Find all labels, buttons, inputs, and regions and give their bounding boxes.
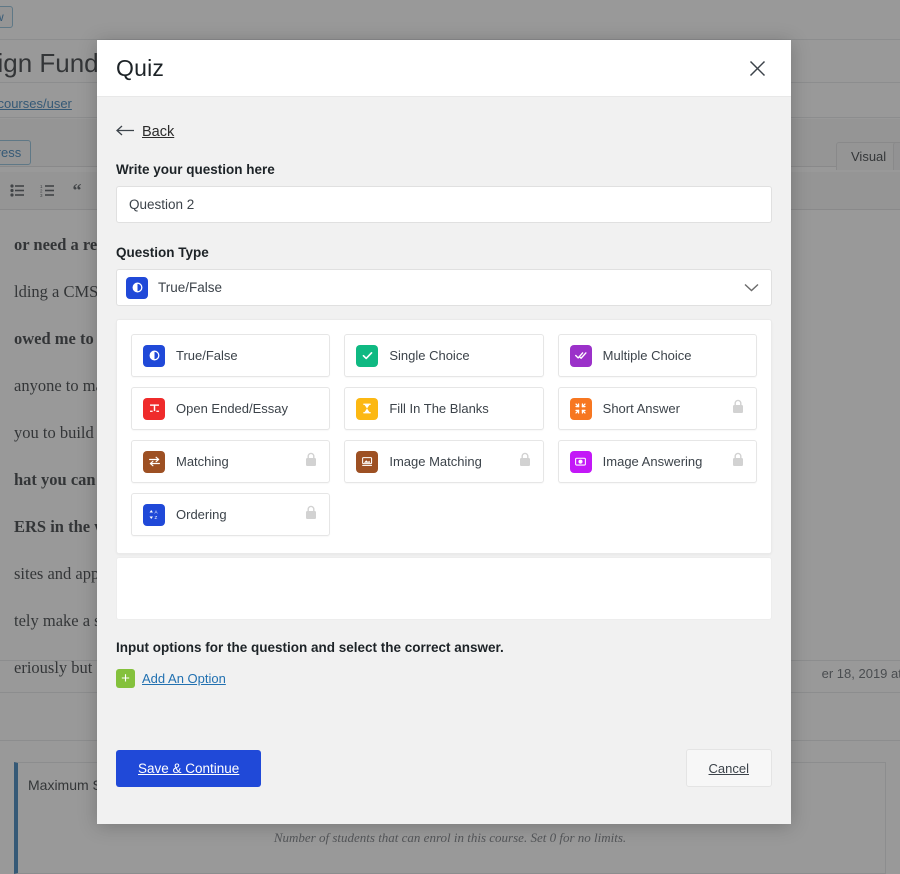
back-link[interactable]: Back bbox=[116, 124, 174, 140]
question-type-dropdown-panel: True/False Single Choice bbox=[116, 319, 772, 554]
add-option-label: Add An Option bbox=[142, 671, 226, 686]
modal-footer: Save & Continue Cancel bbox=[97, 712, 791, 824]
modal-body: Back Write your question here Question 2… bbox=[97, 97, 791, 712]
cancel-button[interactable]: Cancel bbox=[686, 749, 772, 787]
answer-area-panel bbox=[116, 557, 772, 620]
question-field-label: Write your question here bbox=[116, 162, 772, 177]
hourglass-icon bbox=[356, 398, 378, 420]
question-type-option-open-ended-essay[interactable]: Open Ended/Essay bbox=[131, 387, 330, 430]
option-label: Single Choice bbox=[389, 348, 469, 363]
question-type-option-single-choice[interactable]: Single Choice bbox=[344, 334, 543, 377]
lock-icon bbox=[732, 452, 744, 472]
image-icon bbox=[356, 451, 378, 473]
check-square-icon bbox=[356, 345, 378, 367]
double-check-icon bbox=[570, 345, 592, 367]
lock-icon bbox=[305, 505, 317, 525]
add-option-button[interactable]: + Add An Option bbox=[116, 669, 226, 688]
option-label: Short Answer bbox=[603, 401, 680, 416]
camera-icon bbox=[570, 451, 592, 473]
plus-icon: + bbox=[116, 669, 135, 688]
question-type-option-true-false[interactable]: True/False bbox=[131, 334, 330, 377]
input-options-instructions: Input options for the question and selec… bbox=[116, 640, 772, 655]
question-type-value: True/False bbox=[158, 280, 222, 295]
question-type-grid: True/False Single Choice bbox=[131, 334, 757, 536]
lock-icon bbox=[732, 399, 744, 419]
question-type-option-matching[interactable]: Matching bbox=[131, 440, 330, 483]
save-and-continue-button[interactable]: Save & Continue bbox=[116, 750, 261, 787]
option-label: Image Answering bbox=[603, 454, 703, 469]
question-input[interactable]: Question 2 bbox=[116, 186, 772, 223]
svg-text:Z: Z bbox=[154, 515, 157, 520]
question-type-option-short-answer[interactable]: Short Answer bbox=[558, 387, 757, 430]
svg-text:A: A bbox=[154, 510, 158, 515]
option-label: Ordering bbox=[176, 507, 227, 522]
option-label: Open Ended/Essay bbox=[176, 401, 288, 416]
true-false-icon bbox=[126, 277, 148, 299]
question-input-value: Question 2 bbox=[129, 197, 194, 212]
arrow-left-icon bbox=[116, 124, 135, 140]
quiz-modal: Quiz Back Write your question here Quest… bbox=[97, 40, 791, 824]
modal-title: Quiz bbox=[116, 55, 164, 82]
sort-alpha-icon: A Z bbox=[143, 504, 165, 526]
contrast-icon bbox=[143, 345, 165, 367]
option-label: Fill In The Blanks bbox=[389, 401, 488, 416]
option-label: True/False bbox=[176, 348, 238, 363]
question-type-option-image-answering[interactable]: Image Answering bbox=[558, 440, 757, 483]
close-icon[interactable] bbox=[743, 54, 771, 82]
question-type-option-multiple-choice[interactable]: Multiple Choice bbox=[558, 334, 757, 377]
question-type-option-fill-in-the-blanks[interactable]: Fill In The Blanks bbox=[344, 387, 543, 430]
compress-icon bbox=[570, 398, 592, 420]
question-type-option-image-matching[interactable]: Image Matching bbox=[344, 440, 543, 483]
lock-icon bbox=[305, 452, 317, 472]
back-label: Back bbox=[142, 124, 174, 140]
lock-icon bbox=[519, 452, 531, 472]
modal-header: Quiz bbox=[97, 40, 791, 97]
exchange-icon bbox=[143, 451, 165, 473]
question-type-option-ordering[interactable]: A Z Ordering bbox=[131, 493, 330, 536]
text-width-icon bbox=[143, 398, 165, 420]
option-label: Multiple Choice bbox=[603, 348, 692, 363]
question-type-select[interactable]: True/False bbox=[116, 269, 772, 306]
option-label: Image Matching bbox=[389, 454, 482, 469]
option-label: Matching bbox=[176, 454, 229, 469]
question-type-label: Question Type bbox=[116, 245, 772, 260]
chevron-down-icon bbox=[744, 279, 759, 297]
